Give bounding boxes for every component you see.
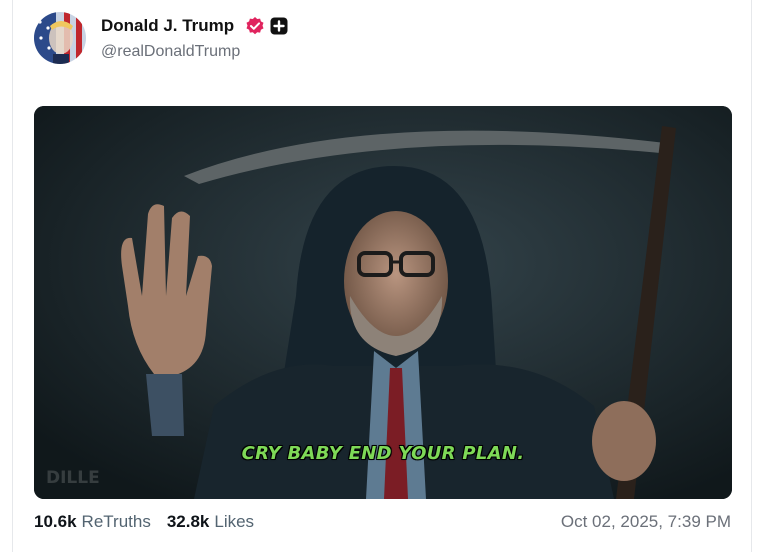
engagement-stats: 10.6k ReTruths 32.8k Likes <box>34 512 254 532</box>
plus-square-icon <box>270 17 288 35</box>
avatar[interactable] <box>34 12 86 64</box>
post-timestamp[interactable]: Oct 02, 2025, 7:39 PM <box>561 512 731 532</box>
post-image[interactable]: CRY BABY END YOUR PLAN. DILLE <box>34 106 732 499</box>
likes-count[interactable]: 32.8k <box>167 512 210 532</box>
likes-label[interactable]: Likes <box>214 512 254 532</box>
author-name[interactable]: Donald J. Trump <box>101 16 234 36</box>
verified-badge-icon <box>246 17 264 35</box>
retruths-count[interactable]: 10.6k <box>34 512 77 532</box>
author-handle[interactable]: @realDonaldTrump <box>101 43 240 61</box>
retruths-label[interactable]: ReTruths <box>82 512 151 532</box>
image-watermark: DILLE <box>46 468 100 488</box>
reaper-illustration <box>34 106 732 499</box>
image-caption: CRY BABY END YOUR PLAN. <box>241 443 525 464</box>
post-card: Donald J. Trump @realDonaldTrump CRY BAB… <box>12 0 752 552</box>
